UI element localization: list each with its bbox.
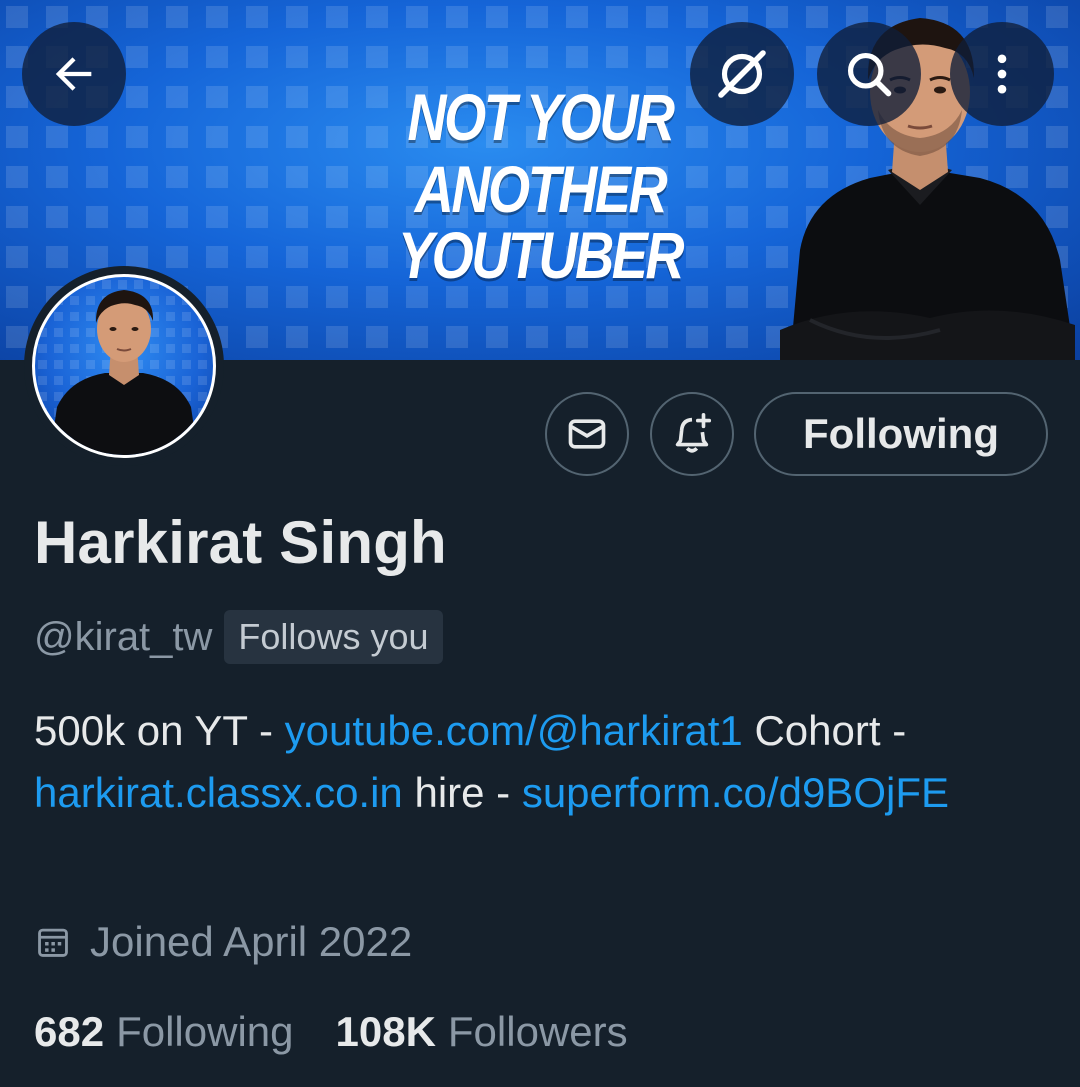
search-icon [847,52,892,97]
calendar-icon [38,928,68,957]
avatar-image [35,277,213,455]
followers-label: Followers [447,1008,628,1055]
profile-bio: 500k on YT - youtube.com/@harkirat1 Coho… [34,700,1044,824]
banner-headline-line2: ANOTHER YOUTUBER [397,152,684,292]
following-stat[interactable]: 682 Following [34,1008,294,1056]
more-vertical-icon [997,54,1007,94]
bio-text-2: Cohort - [742,707,907,754]
back-button[interactable] [22,22,126,126]
username-handle: @kirat_tw [34,614,213,659]
avatar-ring [24,266,224,466]
bell-plus-icon [675,413,712,453]
bio-text-3: hire - [402,769,522,816]
follows-you-badge: Follows you [224,610,443,664]
more-button[interactable] [950,22,1054,126]
avatar[interactable] [32,274,216,458]
joined-row: Joined April 2022 [34,914,412,970]
follow-stats: 682 Following 108K Followers [34,1004,628,1060]
bio-link-classx[interactable]: harkirat.classx.co.in [34,769,403,816]
banner-headline-line1: NOT YOUR [407,80,675,154]
grok-button[interactable] [690,22,794,126]
followers-stat[interactable]: 108K Followers [336,1008,628,1056]
following-count: 682 [34,1008,105,1055]
message-button[interactable] [545,392,629,476]
notifications-button[interactable] [650,392,734,476]
profile-page: NOT YOUR ANOTHER YOUTUBER Following Hark… [0,0,1080,1087]
bio-text-1: 500k on YT - [34,707,285,754]
mail-icon [568,419,606,449]
grok-icon [718,50,766,98]
following-button[interactable]: Following [754,392,1048,476]
bio-link-superform[interactable]: superform.co/d9BOjFE [522,769,949,816]
followers-count: 108K [335,1008,436,1055]
arrow-left-icon [55,57,92,91]
joined-date: Joined April 2022 [90,918,413,965]
banner-headline: NOT YOUR ANOTHER YOUTUBER [300,84,780,288]
handle-row: @kirat_tw Follows you [34,610,443,664]
display-name: Harkirat Singh [34,509,447,576]
bio-link-youtube[interactable]: youtube.com/@harkirat1 [285,707,743,754]
search-button[interactable] [817,22,921,126]
following-label: Following [116,1008,294,1055]
